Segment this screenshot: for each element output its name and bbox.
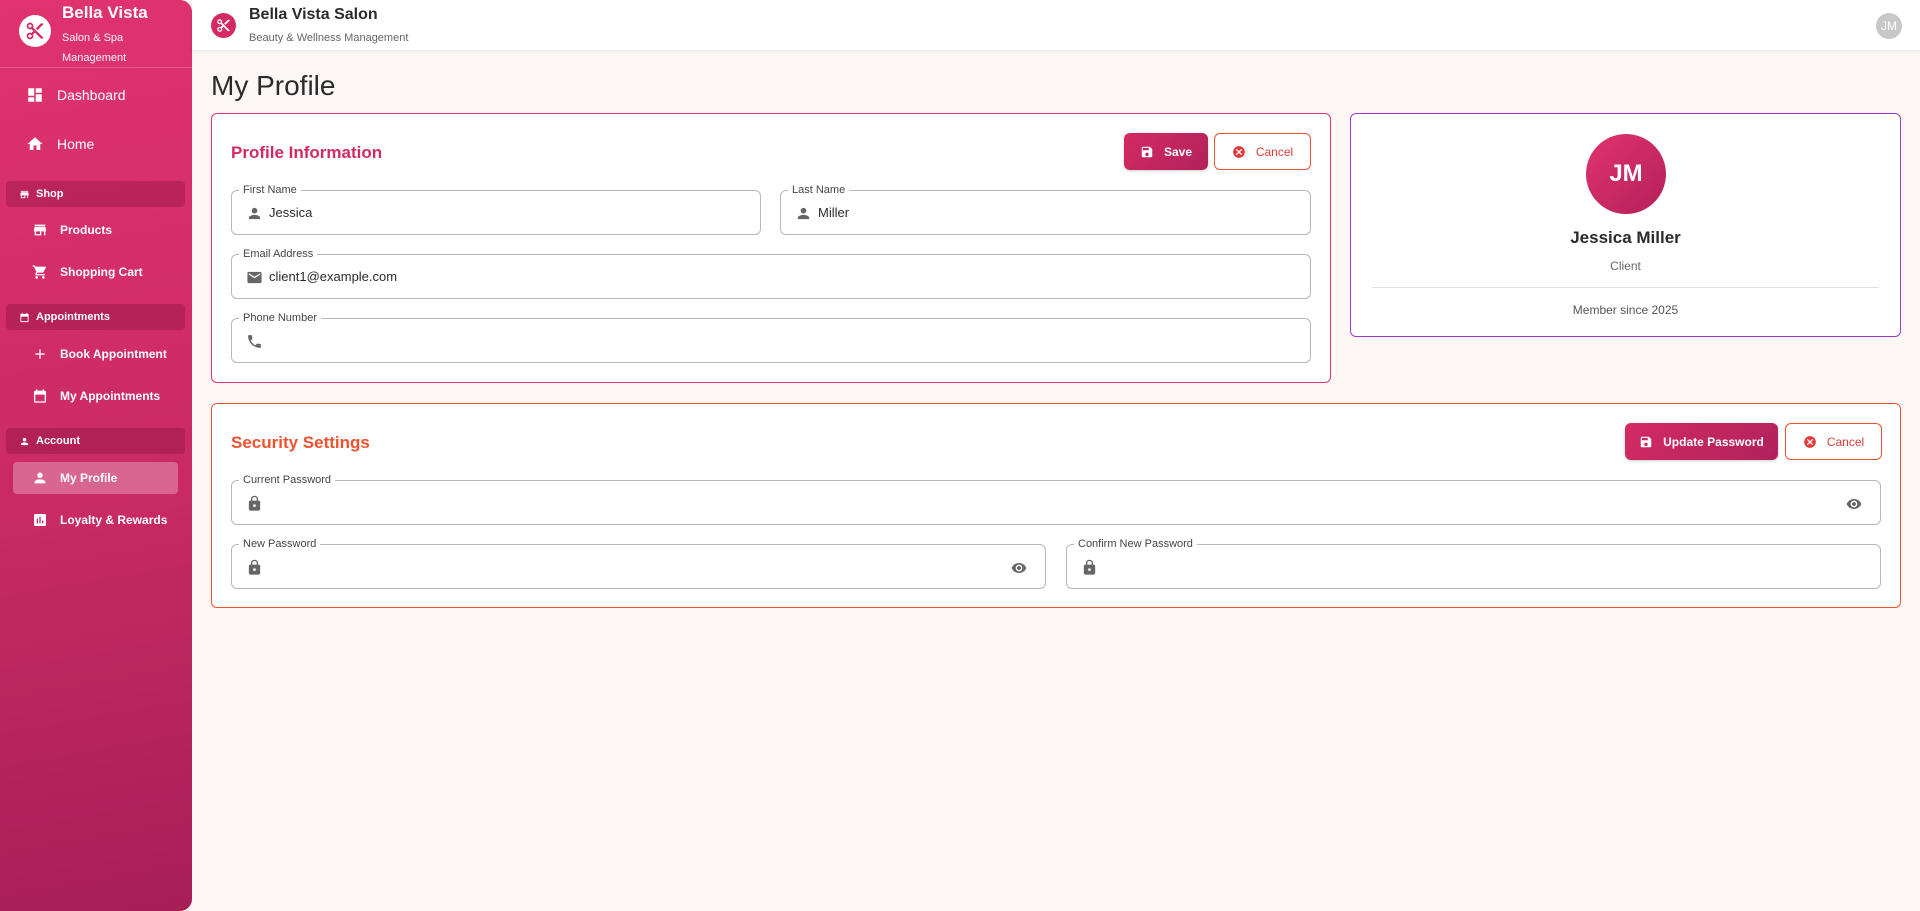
mail-icon: [246, 269, 263, 286]
brand-name: Bella Vista: [62, 3, 148, 22]
cancel-icon: [1232, 145, 1246, 159]
phone-field[interactable]: Phone Number: [231, 311, 1311, 363]
last-name-value[interactable]: Miller: [818, 205, 849, 220]
cancel-label: Cancel: [1826, 434, 1865, 449]
sidebar-item-label: Book Appointment: [60, 347, 167, 361]
field-label: Email Address: [239, 247, 318, 261]
sidebar-item-shopping-cart[interactable]: Shopping Cart: [13, 256, 178, 288]
cart-icon: [32, 264, 48, 280]
sidebar-section-shop: Shop: [6, 181, 185, 207]
calendar-icon: [32, 388, 48, 404]
top-bar: Bella Vista Salon Beauty & Wellness Mana…: [192, 0, 1920, 50]
save-icon: [1140, 145, 1154, 159]
bar-chart-icon: [32, 512, 48, 528]
update-password-label: Update Password: [1663, 434, 1764, 449]
sidebar-item-book-appointment[interactable]: Book Appointment: [13, 338, 178, 370]
field-label: Phone Number: [239, 311, 321, 325]
cancel-button[interactable]: Cancel: [1785, 423, 1882, 460]
new-password-field[interactable]: New Password: [231, 537, 1046, 589]
sidebar-item-label: Products: [60, 223, 113, 237]
scissors-icon: [19, 15, 51, 47]
scissors-icon: [211, 13, 236, 38]
field-label: First Name: [239, 183, 301, 197]
phone-icon: [246, 333, 263, 350]
sidebar-section-account: Account: [6, 428, 185, 454]
save-label: Save: [1163, 144, 1193, 159]
field-label: Current Password: [239, 473, 336, 487]
person-icon: [19, 436, 30, 447]
field-label: Last Name: [788, 183, 850, 197]
last-name-field[interactable]: Last Name Miller: [780, 183, 1311, 235]
sidebar-item-label: Loyalty & Rewards: [60, 513, 168, 527]
lock-icon: [1081, 559, 1098, 576]
lock-icon: [246, 495, 263, 512]
sidebar: Bella Vista Salon & Spa Management Dashb…: [0, 0, 192, 911]
dashboard-icon: [26, 86, 44, 104]
email-value[interactable]: client1@example.com: [269, 269, 397, 284]
user-role: Client: [1610, 259, 1641, 273]
cancel-button[interactable]: Cancel: [1214, 133, 1311, 170]
sidebar-item-my-profile[interactable]: My Profile: [13, 462, 178, 494]
cancel-label: Cancel: [1255, 144, 1294, 159]
cancel-icon: [1803, 435, 1817, 449]
brand-divider: [0, 67, 192, 68]
confirm-password-field[interactable]: Confirm New Password: [1066, 537, 1881, 589]
save-icon: [1639, 435, 1653, 449]
save-button[interactable]: Save: [1124, 133, 1208, 170]
app-title: Bella Vista Salon: [249, 6, 378, 23]
sidebar-item-label: My Appointments: [60, 389, 161, 403]
update-password-button[interactable]: Update Password: [1625, 423, 1778, 460]
eye-icon[interactable]: [1010, 560, 1028, 576]
user-name: Jessica Miller: [1570, 228, 1681, 247]
home-icon: [26, 135, 44, 153]
brand-subtitle: Salon & Spa Management: [62, 32, 127, 64]
security-settings-card: Security Settings Update Password Cancel…: [211, 403, 1901, 608]
divider: [1372, 287, 1879, 288]
sidebar-item-label: Shopping Cart: [60, 265, 143, 279]
person-icon: [795, 205, 812, 222]
plus-icon: [32, 346, 48, 362]
sidebar-item-label: Dashboard: [57, 87, 126, 103]
sidebar-item-dashboard[interactable]: Dashboard: [26, 83, 126, 107]
person-icon: [32, 470, 48, 486]
user-summary-card: JM Jessica Miller Client Member since 20…: [1350, 113, 1901, 337]
brand: Bella Vista Salon & Spa Management: [16, 0, 192, 67]
current-password-field[interactable]: Current Password: [231, 473, 1881, 525]
sidebar-section-appointments: Appointments: [6, 304, 185, 330]
field-label: New Password: [239, 537, 321, 551]
card-title: Profile Information: [231, 143, 383, 162]
storefront-icon: [32, 222, 48, 238]
avatar[interactable]: JM: [1876, 13, 1902, 39]
email-field[interactable]: Email Address client1@example.com: [231, 247, 1311, 299]
sidebar-item-label: Home: [57, 136, 95, 152]
app-subtitle: Beauty & Wellness Management: [249, 32, 409, 44]
avatar: JM: [1586, 134, 1666, 214]
sidebar-item-label: My Profile: [60, 471, 118, 485]
card-title: Security Settings: [231, 433, 370, 452]
field-label: Confirm New Password: [1074, 537, 1197, 551]
sidebar-section-label: Shop: [36, 188, 64, 200]
sidebar-section-label: Account: [36, 435, 80, 447]
member-since: Member since 2025: [1572, 303, 1679, 317]
sidebar-item-my-appointments[interactable]: My Appointments: [13, 380, 178, 412]
eye-icon[interactable]: [1845, 496, 1863, 512]
sidebar-item-loyalty-rewards[interactable]: Loyalty & Rewards: [13, 504, 178, 536]
person-icon: [246, 205, 263, 222]
lock-icon: [246, 559, 263, 576]
sidebar-section-label: Appointments: [36, 311, 110, 323]
sidebar-item-home[interactable]: Home: [26, 132, 94, 156]
page-title: My Profile: [211, 70, 336, 101]
calendar-icon: [19, 312, 30, 323]
first-name-field[interactable]: First Name Jessica: [231, 183, 761, 235]
store-icon: [19, 189, 30, 200]
profile-information-card: Profile Information Save Cancel First Na…: [211, 113, 1331, 383]
first-name-value[interactable]: Jessica: [269, 205, 312, 220]
sidebar-item-products[interactable]: Products: [13, 214, 178, 246]
